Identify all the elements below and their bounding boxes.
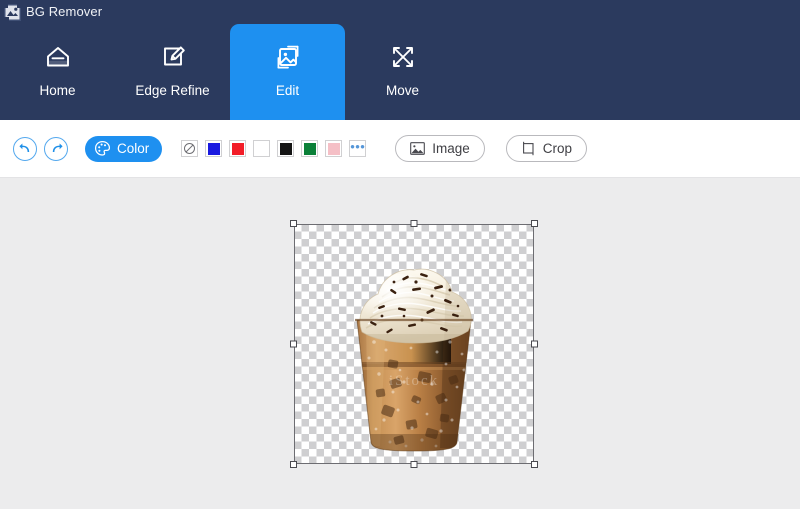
resize-handle-se[interactable] — [531, 461, 538, 468]
resize-handle-nw[interactable] — [290, 220, 297, 227]
move-expand-icon — [392, 47, 413, 67]
resize-handle-e[interactable] — [531, 340, 538, 348]
crop-frame-icon — [522, 141, 534, 156]
swatch-white[interactable] — [253, 140, 271, 157]
color-button-label: Color — [117, 140, 150, 156]
swatch-black[interactable] — [277, 140, 295, 157]
crop-button[interactable]: Crop — [505, 135, 588, 162]
image-button[interactable]: Image — [395, 135, 485, 162]
no-color-icon — [184, 143, 196, 154]
image-selection-box[interactable]: iStock — [290, 220, 538, 468]
nav-tab-edge-refine[interactable]: Edge Refine — [115, 24, 230, 120]
swatch-red[interactable] — [229, 140, 247, 157]
home-icon — [46, 47, 69, 67]
edit-image-icon — [277, 45, 298, 69]
color-swatch-group: ••• — [174, 138, 367, 157]
iced-coffee-frappuccino — [355, 268, 473, 452]
nav-tab-home-label: Home — [39, 83, 76, 98]
nav-tab-edit[interactable]: Edit — [230, 24, 345, 120]
swatch-blue[interactable] — [205, 140, 223, 157]
redo-button[interactable] — [44, 136, 68, 161]
nav-tab-home[interactable]: Home — [0, 24, 115, 120]
more-dots-icon: ••• — [350, 138, 366, 154]
undo-arrow-icon — [18, 143, 29, 152]
app-logo-icon — [4, 3, 21, 21]
crop-button-label: Crop — [542, 140, 573, 156]
swatch-pink[interactable] — [325, 140, 343, 157]
image-button-label: Image — [432, 140, 470, 156]
window-title: BG Remover — [26, 4, 103, 19]
resize-handle-sw[interactable] — [290, 461, 297, 468]
color-button[interactable]: Color — [85, 135, 163, 162]
title-bar: BG Remover — [0, 0, 800, 24]
nav-tab-move-label: Move — [385, 83, 419, 98]
resize-handle-ne[interactable] — [531, 220, 538, 227]
palette-icon — [94, 140, 111, 156]
undo-button[interactable] — [13, 136, 37, 161]
swatch-transparent[interactable] — [181, 140, 199, 157]
resize-handle-n[interactable] — [410, 220, 418, 227]
main-navigation: Home Edge Refine Edit Move — [0, 24, 800, 120]
resize-handle-s[interactable] — [410, 461, 418, 468]
editor-canvas[interactable]: iStock — [0, 178, 800, 509]
resize-handle-w[interactable] — [290, 340, 297, 348]
edit-toolbar: Color ••• Image Crop — [0, 120, 800, 178]
edge-refine-icon — [163, 46, 185, 66]
redo-arrow-icon — [52, 143, 63, 152]
app-window: BG Remover Home Edge Refine Edit Move Co… — [0, 0, 800, 509]
picture-icon — [410, 142, 426, 155]
swatch-green[interactable] — [301, 140, 319, 157]
nav-tab-edit-label: Edit — [275, 83, 300, 98]
nav-tab-move[interactable]: Move — [345, 24, 460, 120]
nav-tab-edge-refine-label: Edge Refine — [135, 83, 210, 98]
more-colors-button[interactable]: ••• — [349, 138, 367, 157]
